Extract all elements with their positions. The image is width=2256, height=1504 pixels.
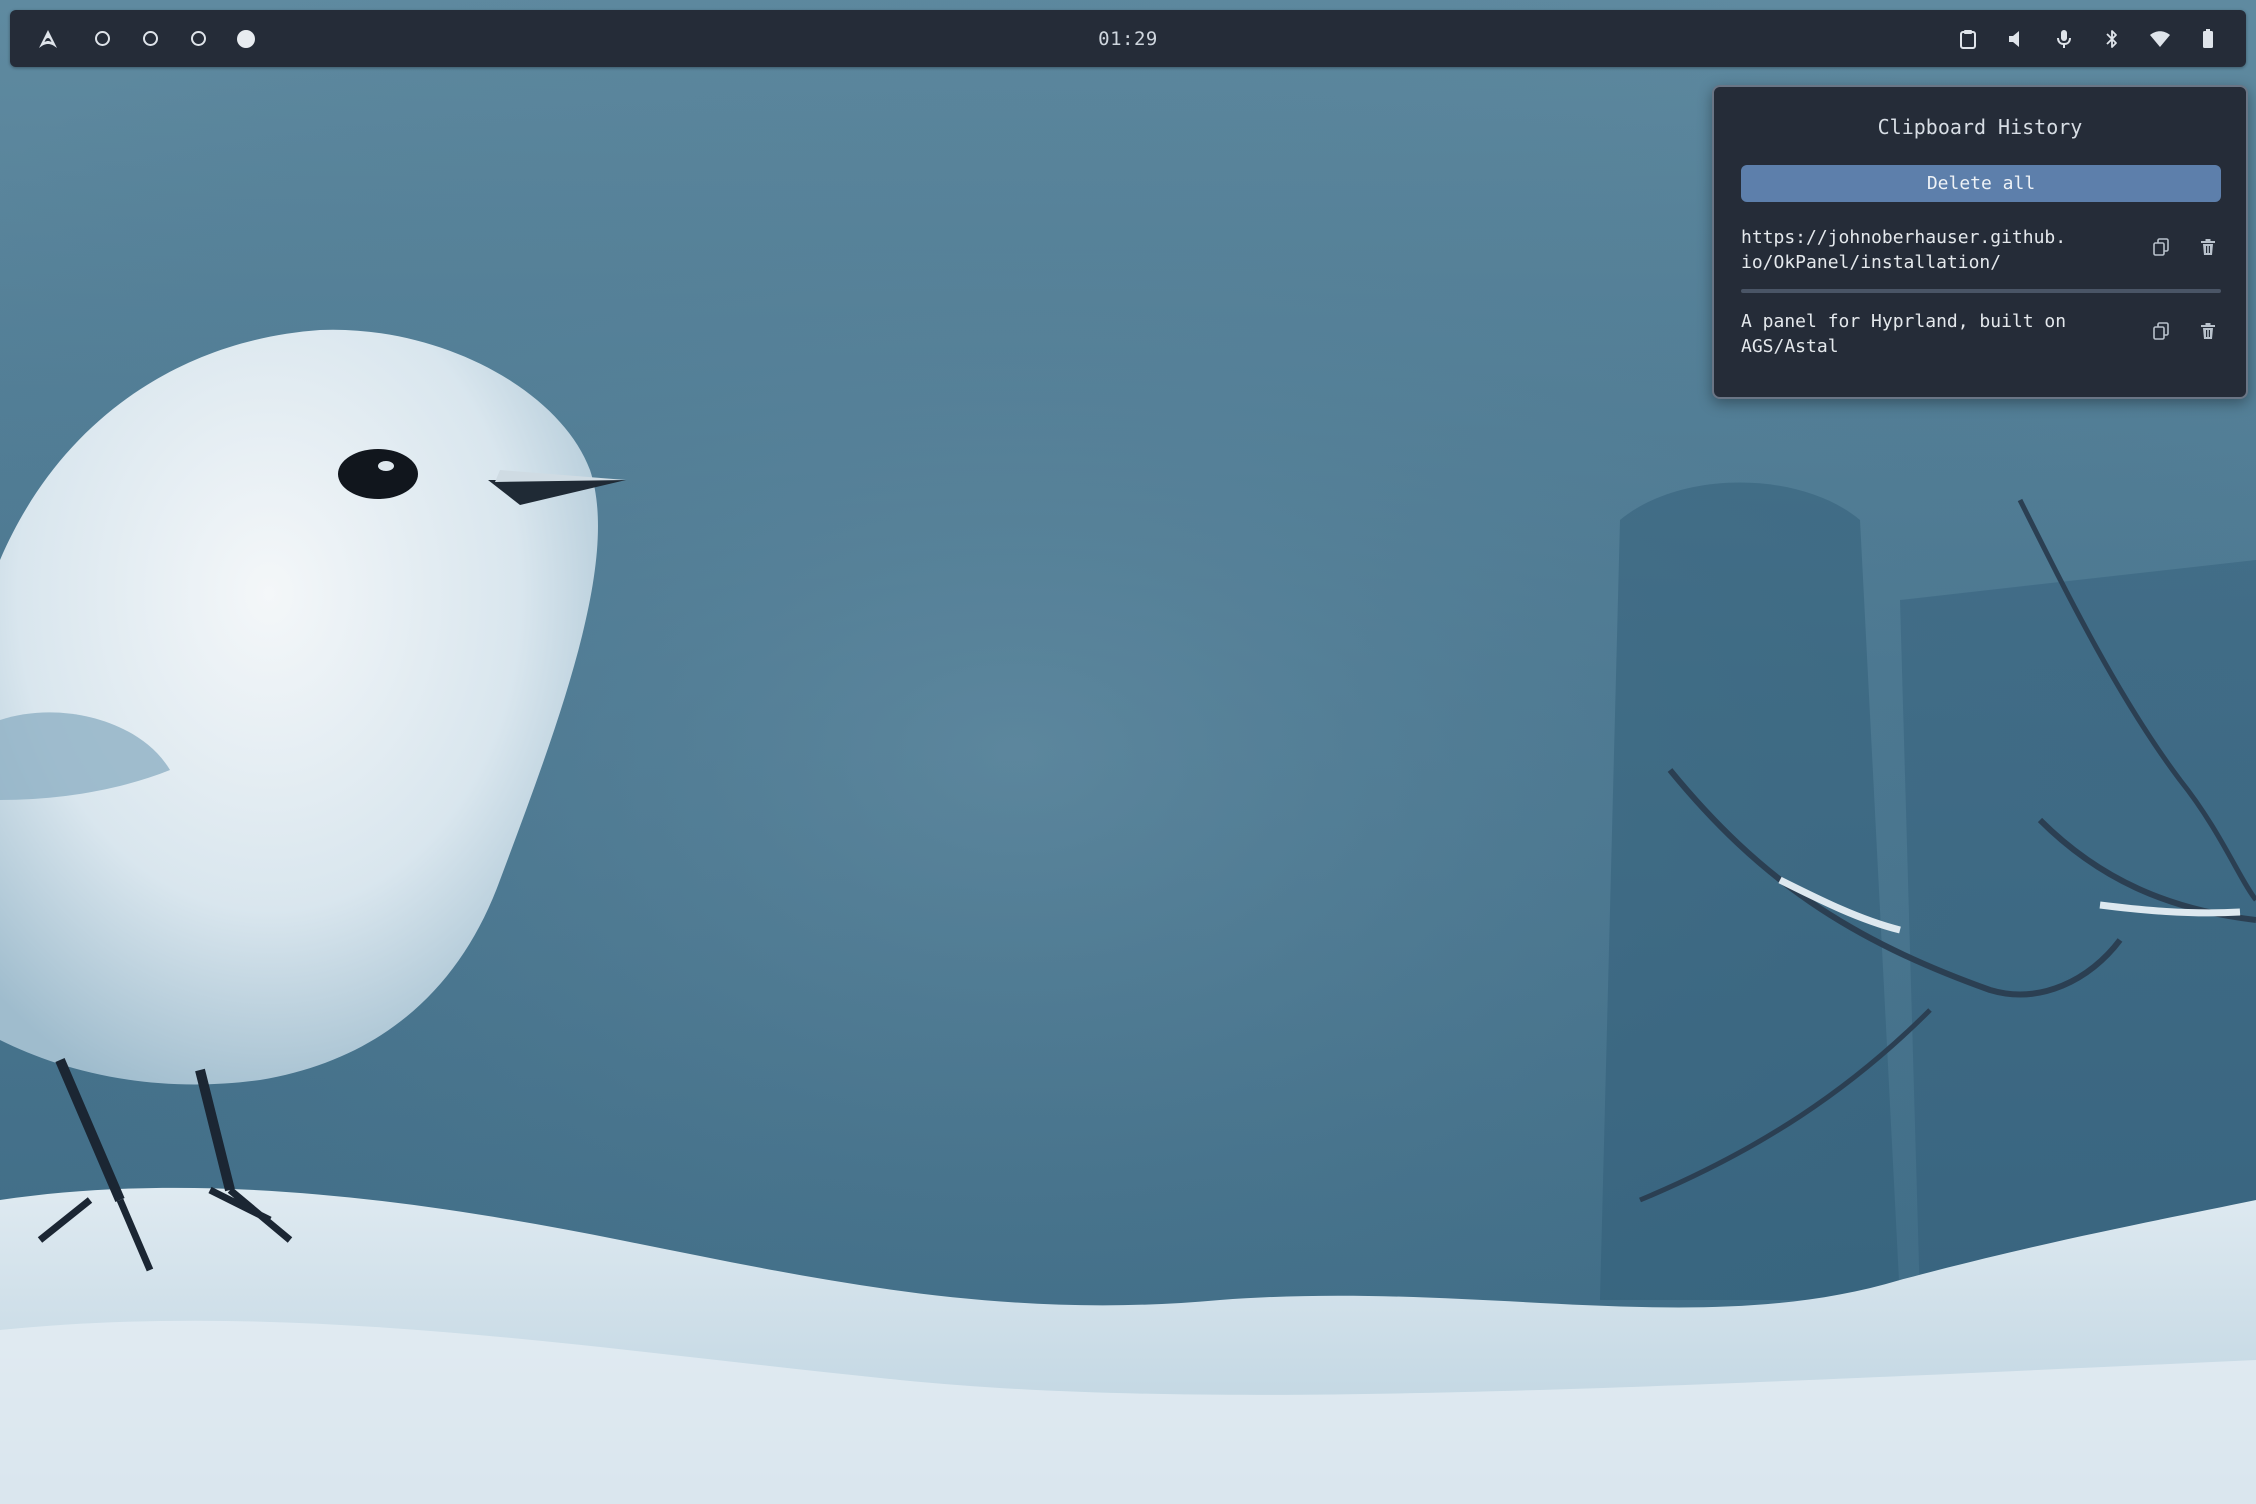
workspace-4-button[interactable] [222,15,270,63]
trash-icon[interactable] [2193,232,2223,262]
top-bar: 01:29 [10,10,2246,67]
battery-icon[interactable] [2184,15,2232,63]
arch-logo-icon[interactable] [32,23,64,55]
clipboard-entry-text: A panel for Hyprland, built on AGS/Astal [1741,311,2067,357]
entry-divider [1741,289,2221,293]
clipboard-title: Clipboard History [1877,115,2083,139]
volume-icon[interactable] [1992,15,2040,63]
workspace-2-button[interactable] [126,15,174,63]
bluetooth-icon[interactable] [2088,15,2136,63]
clipboard-entry[interactable]: A panel for Hyprland, built on AGS/Astal [1741,309,2221,369]
workspace-empty-icon [190,31,206,46]
workspace-1-button[interactable] [78,15,126,63]
workspace-empty-icon [94,31,110,46]
workspace-3-button[interactable] [174,15,222,63]
copy-icon[interactable] [2146,232,2176,262]
workspace-empty-icon [142,31,158,46]
trash-icon[interactable] [2193,316,2223,346]
clipboard-entry[interactable]: https://johnoberhauser.github. io/OkPane… [1741,225,2221,285]
copy-icon[interactable] [2146,316,2176,346]
delete-all-button[interactable]: Delete all [1741,165,2221,202]
wifi-icon[interactable] [2136,15,2184,63]
clipboard-icon[interactable] [1944,15,1992,63]
clipboard-entry-text: https://johnoberhauser.github. io/OkPane… [1741,227,2067,273]
bar-left-section [32,10,270,67]
clock[interactable]: 01:29 [1098,10,1158,67]
clipboard-history-popup: Clipboard History Delete all https://joh… [1712,85,2248,399]
workspace-active-icon [237,29,255,48]
microphone-icon[interactable] [2040,15,2088,63]
bar-right-section [1944,10,2232,67]
